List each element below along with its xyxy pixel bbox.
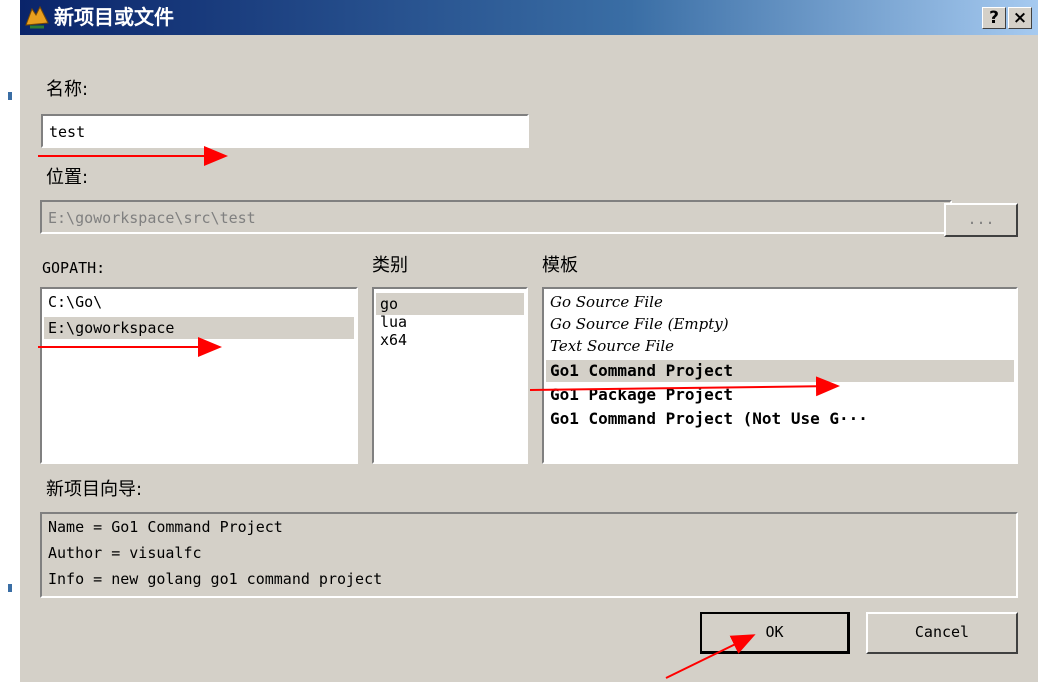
arrow-ok-button [665, 634, 756, 679]
annotation-arrows [38, 146, 840, 679]
arrow-template-item [529, 376, 840, 397]
